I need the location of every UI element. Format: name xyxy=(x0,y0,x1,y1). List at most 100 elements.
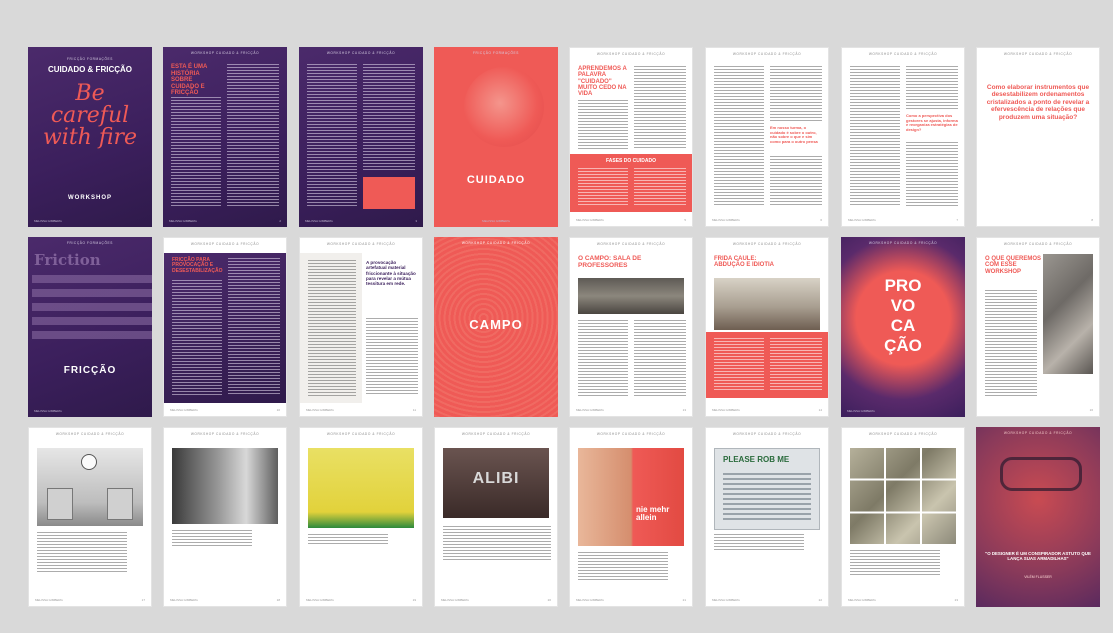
caption xyxy=(37,532,127,572)
page-16[interactable]: WORKSHOP CUIDADO & FRICÇÃO O QUE QUEREMO… xyxy=(976,237,1100,417)
clock-icon xyxy=(81,454,97,470)
page-header: WORKSHOP CUIDADO & FRICÇÃO xyxy=(732,432,802,436)
page-footer: MELISSA GIMBERG xyxy=(34,409,62,413)
page-footer: MELISSA GIMBERG 19 xyxy=(306,598,416,602)
page-cover[interactable]: FRICÇÃO FORMAÇÕES CUIDADO & FRICÇÃO Be c… xyxy=(28,47,152,227)
page-13[interactable]: WORKSHOP CUIDADO & FRICÇÃO O CAMPO: SALA… xyxy=(569,237,693,417)
alibi-sign: ALIBI xyxy=(472,470,520,487)
provocacao-line: ÇÃO xyxy=(884,336,922,355)
page-footer: MELISSA GIMBERG 6 xyxy=(712,218,822,222)
page-campo[interactable]: WORKSHOP CUIDADO & FRICÇÃO CAMPO xyxy=(434,237,558,417)
installation-photo xyxy=(37,448,143,526)
text-block xyxy=(366,318,418,396)
page-footer: MELISSA GIMBERG 7 xyxy=(848,218,958,222)
page-footer: MELISSA GIMBERG 3 xyxy=(305,219,417,223)
page-header: WORKSHOP CUIDADO & FRICÇÃO xyxy=(326,432,396,436)
page-footer: MELISSA GIMBERG 2 xyxy=(169,219,281,223)
text-block xyxy=(714,66,764,206)
closing-quote: "O DESIGNER É UM CONSPIRADOR ASTUTO QUE … xyxy=(985,551,1091,562)
page-header: WORKSHOP CUIDADO & FRICÇÃO xyxy=(326,51,396,55)
page-6[interactable]: WORKSHOP CUIDADO & FRICÇÃO Em nosso turm… xyxy=(705,47,829,227)
page-header: WORKSHOP CUIDADO & FRICÇÃO xyxy=(461,432,531,436)
page-footer: MELISSA GIMBERG 10 xyxy=(170,408,280,412)
text-block xyxy=(578,320,628,396)
page-header: WORKSHOP CUIDADO & FRICÇÃO xyxy=(326,242,396,246)
text-block xyxy=(634,320,686,396)
phases-box: FASES DO CUIDADO xyxy=(570,154,692,212)
page-cuidado[interactable]: FRICÇÃO FORMAÇÕES CUIDADO MELISSA GIMBER… xyxy=(434,47,558,227)
caption xyxy=(172,530,252,546)
text-block xyxy=(714,338,764,392)
page-header: WORKSHOP CUIDADO & FRICÇÃO xyxy=(190,242,260,246)
page-5[interactable]: WORKSHOP CUIDADO & FRICÇÃO APRENDEMOS A … xyxy=(569,47,693,227)
caption xyxy=(850,550,940,576)
page-header: WORKSHOP CUIDADO & FRICÇÃO xyxy=(55,432,125,436)
photo-grid xyxy=(850,448,956,544)
provocacao-line: PRO xyxy=(884,276,922,295)
page-18[interactable]: WORKSHOP CUIDADO & FRICÇÃO MELISSA GIMBE… xyxy=(163,427,287,607)
speaker-left xyxy=(47,488,73,520)
page-header: WORKSHOP CUIDADO & FRICÇÃO xyxy=(596,242,666,246)
provocacao-line: VO xyxy=(890,296,916,315)
page-header: FRICÇÃO FORMAÇÕES xyxy=(473,51,519,55)
page-header: WORKSHOP CUIDADO & FRICÇÃO xyxy=(190,51,260,55)
page-17[interactable]: WORKSHOP CUIDADO & FRICÇÃO MELISSA GIMBE… xyxy=(28,427,152,607)
page-header: WORKSHOP CUIDADO & FRICÇÃO xyxy=(868,432,938,436)
poster-words: nie mehr allein xyxy=(636,505,670,523)
page-header: FRICÇÃO FORMAÇÕES xyxy=(67,57,113,61)
page-19[interactable]: WORKSHOP CUIDADO & FRICÇÃO MELISSA GIMBE… xyxy=(299,427,423,607)
text-block xyxy=(634,168,686,206)
page-header: WORKSHOP CUIDADO & FRICÇÃO xyxy=(1003,242,1073,246)
tools-photo xyxy=(1043,254,1093,374)
page-friccao[interactable]: FRICÇÃO FORMAÇÕES Friction FRICÇÃO MELIS… xyxy=(28,237,152,417)
page-quote: Como elaborar instrumentos que desestabi… xyxy=(986,84,1090,121)
page-11[interactable]: WORKSHOP CUIDADO & FRICÇÃO A provocação … xyxy=(299,237,423,417)
text-block xyxy=(227,64,279,207)
speaker-right xyxy=(107,488,133,520)
website-screenshot: PLEASE ROB ME xyxy=(714,448,820,530)
page-14[interactable]: WORKSHOP CUIDADO & FRICÇÃO FRIDA CAULE: … xyxy=(705,237,829,417)
page-10[interactable]: WORKSHOP CUIDADO & FRICÇÃO FRICÇÃO PARA … xyxy=(163,237,287,417)
yellow-box-photo xyxy=(308,448,414,528)
text-block xyxy=(770,66,822,122)
caption xyxy=(443,526,551,562)
phases-title: FASES DO CUIDADO xyxy=(605,158,656,164)
glasses-image xyxy=(1000,457,1082,491)
section-title: CUIDADO xyxy=(466,174,526,186)
text-block xyxy=(770,338,822,392)
page-title: O CAMPO: SALA DE PROFESSORES xyxy=(578,255,642,269)
page-8[interactable]: WORKSHOP CUIDADO & FRICÇÃO Como elaborar… xyxy=(976,47,1100,227)
page-footer: MELISSA GIMBERG 13 xyxy=(576,408,686,412)
page-23[interactable]: WORKSHOP CUIDADO & FRICÇÃO MELISSA GIMBE… xyxy=(841,427,965,607)
page-footer: 8 xyxy=(1091,218,1093,222)
page-title: APRENDEMOS A PALAVRA "CUIDADO" MUITO CED… xyxy=(578,66,627,98)
page-footer: MELISSA GIMBERG 14 xyxy=(712,408,822,412)
page-provocacao[interactable]: WORKSHOP CUIDADO & FRICÇÃO PRO VO CA ÇÃO… xyxy=(841,237,965,417)
page-header: WORKSHOP CUIDADO & FRICÇÃO xyxy=(190,432,260,436)
quote-author: VILÉM FLUSSER xyxy=(1024,575,1052,579)
page-22[interactable]: WORKSHOP CUIDADO & FRICÇÃO PLEASE ROB ME… xyxy=(705,427,829,607)
cover-subtitle: WORKSHOP xyxy=(68,195,112,201)
caption xyxy=(578,552,668,582)
text-block xyxy=(308,260,356,396)
dictionary-lines xyxy=(32,275,152,345)
page-footer: MELISSA GIMBERG 21 xyxy=(576,598,686,602)
page-header: WORKSHOP CUIDADO & FRICÇÃO xyxy=(1003,431,1073,435)
section-title: FRICÇÃO xyxy=(63,365,117,376)
page-3[interactable]: WORKSHOP CUIDADO & FRICÇÃO MELISSA GIMBE… xyxy=(299,47,423,227)
text-block xyxy=(770,156,822,206)
text-block xyxy=(578,100,628,150)
page-title: O QUE QUEREMOS COM ESSE WORKSHOP xyxy=(985,256,1042,275)
page-flusser[interactable]: WORKSHOP CUIDADO & FRICÇÃO "O DESIGNER É… xyxy=(976,427,1100,607)
page-20[interactable]: WORKSHOP CUIDADO & FRICÇÃO ALIBI MELISSA… xyxy=(434,427,558,607)
page-header: WORKSHOP CUIDADO & FRICÇÃO xyxy=(732,242,802,246)
page-header: WORKSHOP CUIDADO & FRICÇÃO xyxy=(868,52,938,56)
page-7[interactable]: WORKSHOP CUIDADO & FRICÇÃO Como a perspe… xyxy=(841,47,965,227)
text-block xyxy=(307,64,357,207)
page-footer: MELISSA GIMBERG 5 xyxy=(576,218,686,222)
highlight-box xyxy=(363,177,415,209)
page-2[interactable]: WORKSHOP CUIDADO & FRICÇÃO ESTA É UMA HI… xyxy=(163,47,287,227)
caption xyxy=(308,534,388,544)
page-footer: MELISSA GIMBERG 20 xyxy=(441,598,551,602)
page-21[interactable]: WORKSHOP CUIDADO & FRICÇÃO nie mehr alle… xyxy=(569,427,693,607)
